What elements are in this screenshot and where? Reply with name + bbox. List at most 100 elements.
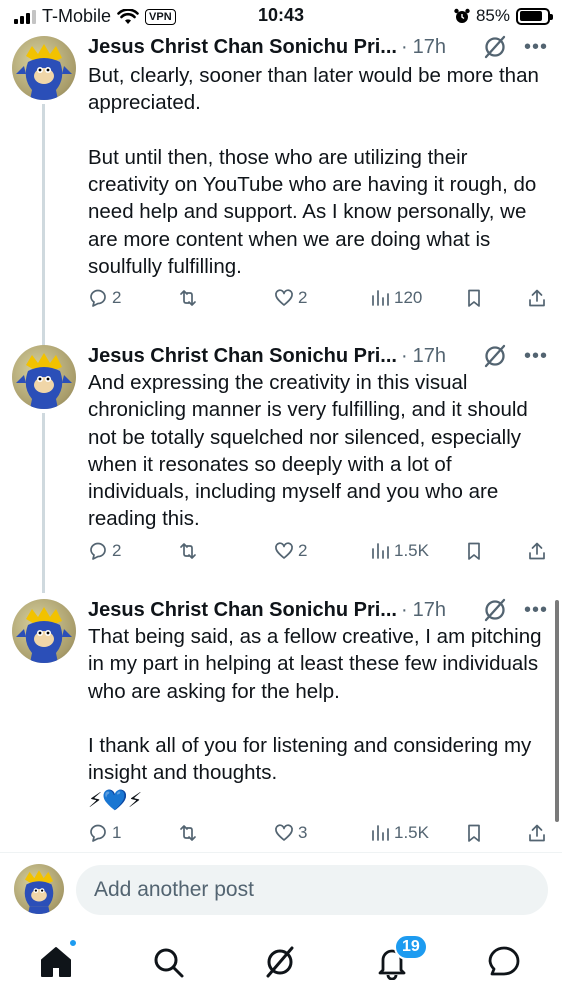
like-count: 3 [298, 823, 308, 842]
like-button[interactable]: 2 [274, 541, 307, 561]
status-right: 85% [454, 6, 553, 26]
like-button[interactable]: 3 [274, 823, 307, 843]
reply-icon [90, 824, 106, 842]
home-icon [41, 947, 71, 977]
reply-button[interactable]: 1 [88, 823, 121, 843]
time-separator: · [400, 35, 408, 58]
author-name[interactable]: Jesus Christ Chan Sonichu Pri... [88, 599, 397, 622]
view-count: 120 [394, 288, 423, 307]
messages-icon [488, 946, 520, 976]
views-icon [372, 543, 389, 559]
reply-icon [90, 542, 106, 560]
heart-icon [275, 289, 293, 306]
more-options-icon[interactable]: ••• [524, 346, 548, 366]
repost-button[interactable] [178, 823, 202, 843]
bookmark-icon [468, 542, 480, 560]
more-options-icon[interactable]: ••• [524, 600, 548, 620]
share-icon [529, 824, 545, 842]
grok-icon[interactable] [482, 597, 508, 623]
thread-post-3[interactable]: Jesus Christ Chan Sonichu Pri... · 17h •… [0, 595, 562, 850]
share-icon [529, 289, 545, 307]
like-count: 2 [298, 541, 308, 560]
repost-icon [180, 825, 196, 841]
author-name[interactable]: Jesus Christ Chan Sonichu Pri... [88, 345, 397, 368]
notifications-badge: 19 [394, 934, 428, 960]
post-header: Jesus Christ Chan Sonichu Pri... · 17h •… [88, 32, 548, 62]
heart-icon [275, 542, 293, 559]
more-options-icon[interactable]: ••• [524, 37, 548, 57]
post-actions: 1 3 1.5K [88, 823, 548, 849]
post-time[interactable]: 17h [413, 36, 446, 59]
user-avatar[interactable] [14, 864, 64, 914]
bottom-tab-bar: 19 [0, 928, 562, 1000]
tab-search[interactable] [150, 944, 186, 980]
heart-icon [275, 824, 293, 841]
tab-home[interactable] [38, 938, 78, 980]
post-actions: 2 2 1.5K [88, 541, 548, 567]
tab-grok[interactable] [262, 944, 298, 980]
author-avatar[interactable] [12, 345, 76, 409]
thread-line [42, 413, 45, 593]
tab-messages[interactable] [486, 944, 522, 980]
home-notification-dot [68, 938, 78, 948]
sonichu-avatar-image [16, 607, 72, 663]
battery-percent: 85% [475, 6, 510, 25]
view-count: 1.5K [394, 823, 429, 842]
grok-icon[interactable] [482, 343, 508, 369]
composer-divider [0, 852, 562, 853]
views-button[interactable]: 1.5K [370, 541, 429, 561]
reply-count: 1 [112, 823, 122, 842]
views-button[interactable]: 1.5K [370, 823, 429, 843]
reply-count: 2 [112, 288, 122, 307]
bookmark-icon [468, 289, 480, 307]
post-time[interactable]: 17h [413, 345, 446, 368]
reply-button[interactable]: 2 [88, 288, 121, 308]
author-avatar[interactable] [12, 36, 76, 100]
time-separator: · [400, 598, 408, 621]
add-post-input[interactable]: Add another post [76, 865, 548, 915]
share-icon [529, 542, 545, 560]
tab-notifications[interactable]: 19 [374, 934, 428, 981]
view-count: 1.5K [394, 541, 429, 560]
post-text: But, clearly, sooner than later would be… [88, 64, 539, 279]
reply-composer: Add another post [0, 858, 562, 924]
thread-post-2[interactable]: Jesus Christ Chan Sonichu Pri... · 17h •… [0, 341, 562, 593]
repost-icon [180, 290, 196, 306]
sonichu-avatar-image [16, 44, 72, 100]
bookmark-button[interactable] [464, 823, 484, 843]
battery-icon [516, 7, 553, 25]
grok-icon [266, 946, 294, 978]
sonichu-avatar-image [24, 870, 54, 914]
reply-button[interactable]: 2 [88, 541, 121, 561]
author-avatar[interactable] [12, 599, 76, 663]
post-time[interactable]: 17h [413, 599, 446, 622]
time-separator: · [400, 344, 408, 367]
bookmark-button[interactable] [464, 541, 484, 561]
post-text: That being said, as a fellow creative, I… [88, 625, 542, 812]
post-actions: 2 2 120 [88, 288, 548, 314]
repost-button[interactable] [178, 541, 202, 561]
scroll-indicator[interactable] [555, 600, 559, 822]
views-icon [372, 825, 389, 841]
search-icon [154, 948, 184, 978]
battery-level [519, 11, 543, 21]
views-button[interactable]: 120 [370, 288, 422, 308]
post-header: Jesus Christ Chan Sonichu Pri... · 17h •… [88, 595, 548, 625]
reply-count: 2 [112, 541, 122, 560]
bookmark-icon [468, 824, 480, 842]
views-icon [372, 290, 389, 306]
thread-line [42, 104, 45, 350]
author-name[interactable]: Jesus Christ Chan Sonichu Pri... [88, 36, 397, 59]
thread-post-1[interactable]: Jesus Christ Chan Sonichu Pri... · 17h •… [0, 32, 562, 350]
alarm-icon [454, 8, 470, 23]
like-button[interactable]: 2 [274, 288, 307, 308]
repost-button[interactable] [178, 288, 202, 308]
share-button[interactable] [527, 541, 547, 561]
grok-icon[interactable] [482, 34, 508, 60]
post-header: Jesus Christ Chan Sonichu Pri... · 17h •… [88, 341, 548, 371]
sonichu-avatar-image [16, 353, 72, 409]
share-button[interactable] [527, 823, 547, 843]
bookmark-button[interactable] [464, 288, 484, 308]
like-count: 2 [298, 288, 308, 307]
share-button[interactable] [527, 288, 547, 308]
